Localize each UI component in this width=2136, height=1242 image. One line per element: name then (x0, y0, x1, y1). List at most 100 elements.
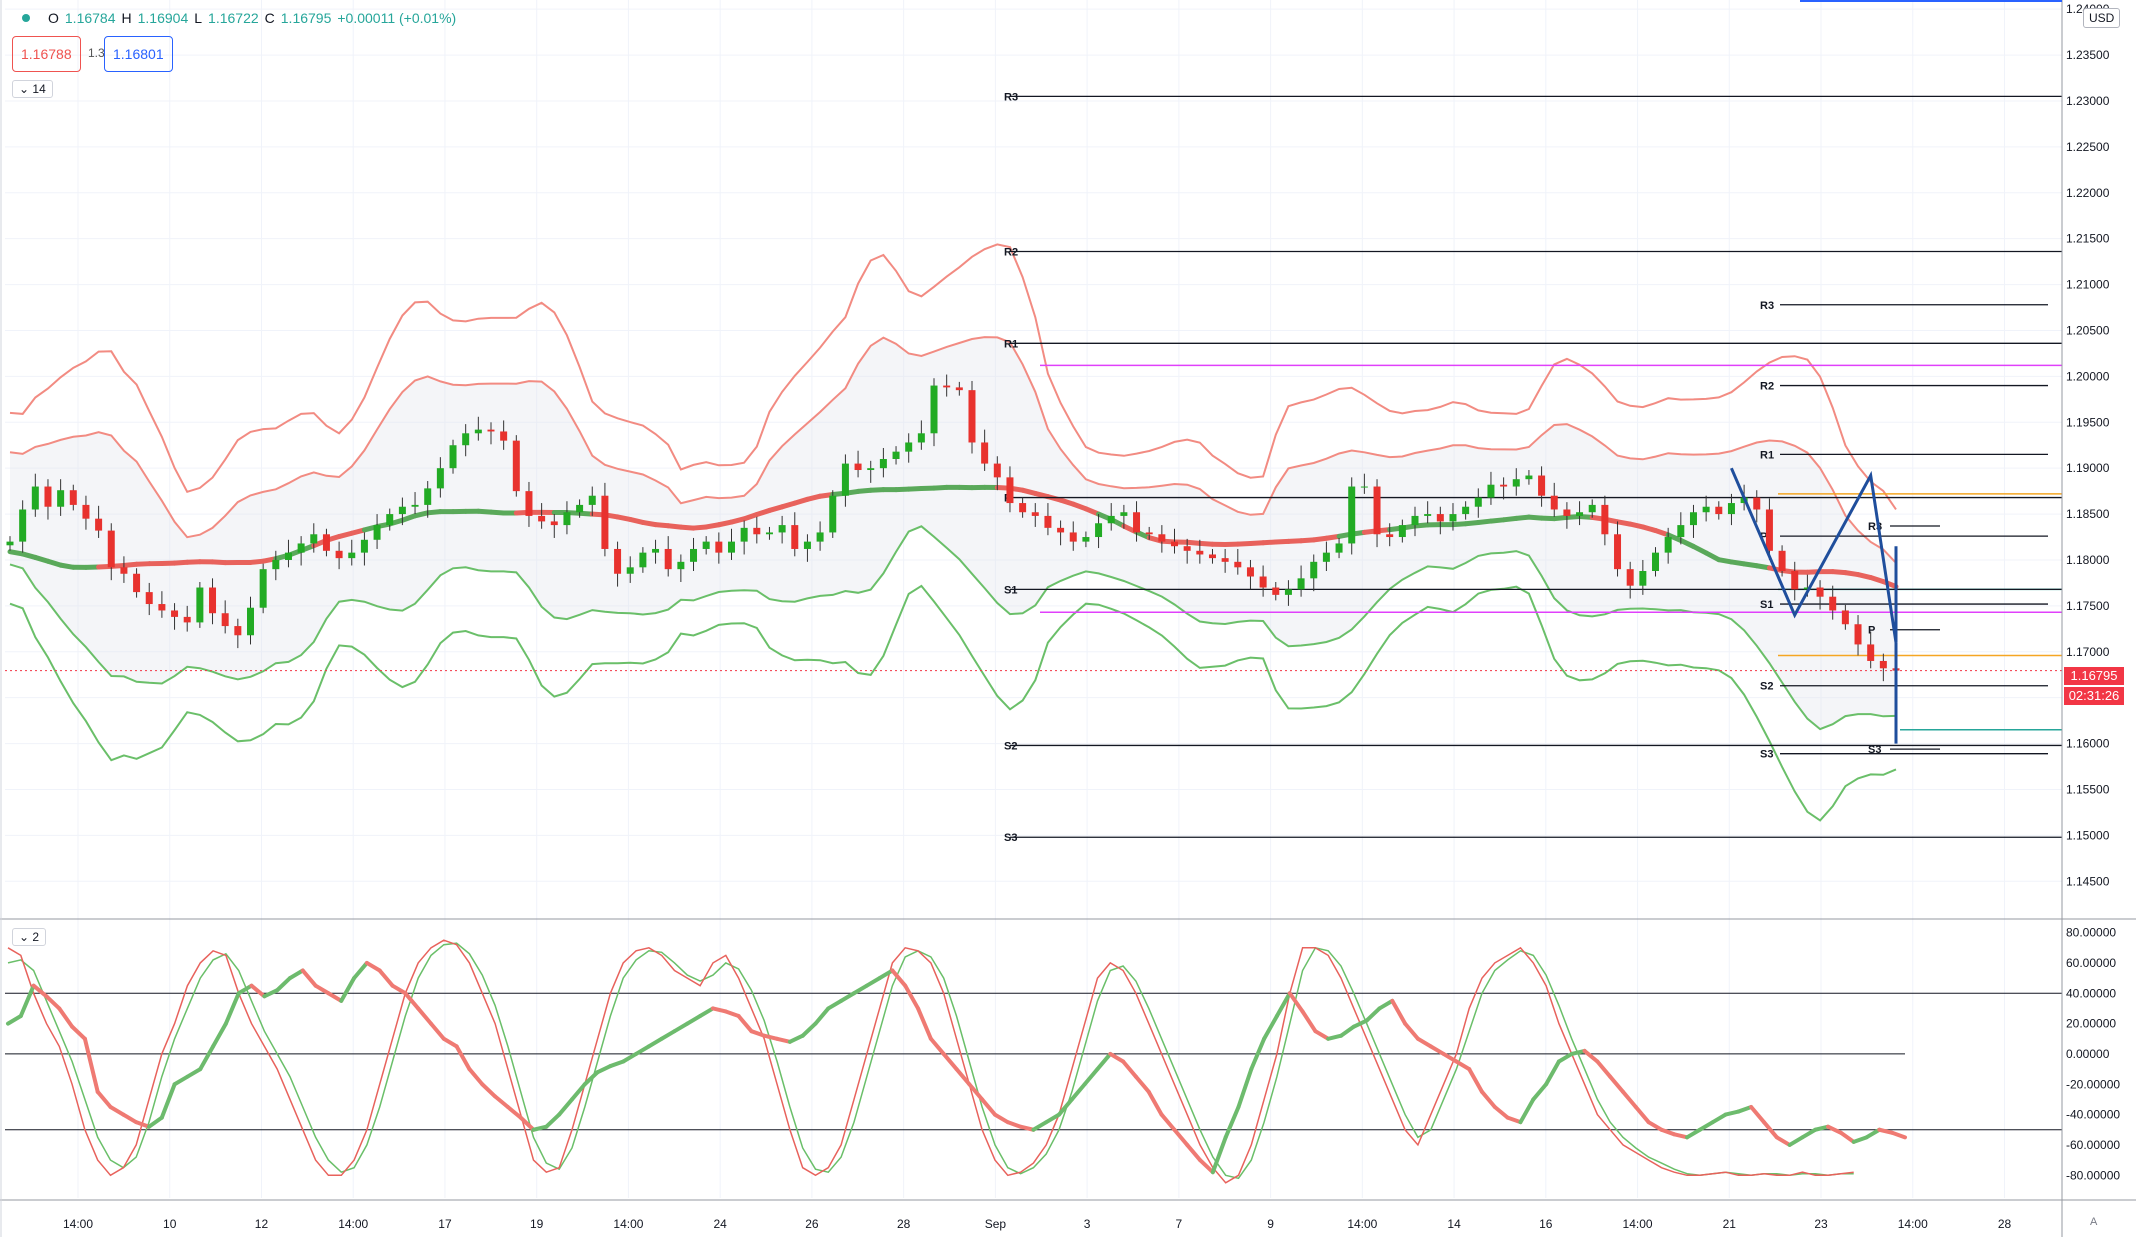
candle-body (1108, 516, 1115, 523)
pivot-label: R2 (1760, 381, 1774, 393)
candle-body (1209, 554, 1216, 558)
candle-body (209, 588, 216, 614)
price-tick-label: 1.16000 (2066, 737, 2110, 751)
auto-scale-button[interactable]: A (2090, 1216, 2097, 1228)
currency-button[interactable]: USD (2083, 8, 2120, 28)
time-tick-label: 23 (1814, 1217, 1828, 1231)
candle-body (19, 509, 26, 541)
candle-body (1601, 505, 1608, 534)
candle-body (1019, 503, 1026, 512)
price-tick-label: 1.19000 (2066, 461, 2110, 475)
price-tick-label: 1.20000 (2066, 369, 2110, 383)
time-tick-label: 28 (897, 1217, 911, 1231)
time-tick-label: 10 (163, 1217, 177, 1231)
candle-body (1361, 487, 1368, 488)
high-value: 1.16904 (138, 10, 189, 26)
candle-body (1285, 589, 1292, 595)
price-tick-label: 1.21500 (2066, 232, 2110, 246)
candle-body (1032, 512, 1039, 516)
pivot-label: S3 (1760, 749, 1773, 761)
candle-body (715, 542, 722, 553)
candle-body (487, 430, 494, 432)
candle-body (741, 528, 748, 542)
pivot-label: S3 (1868, 744, 1881, 756)
osc-tick-label: -60.00000 (2066, 1138, 2120, 1152)
chevron-down-icon: ⌄ (19, 82, 29, 96)
candle-body (1817, 588, 1824, 597)
candle-body (1412, 516, 1419, 525)
candle-body (525, 491, 532, 516)
candle-body (298, 543, 305, 552)
candle-body (905, 442, 912, 451)
candle-body (551, 521, 558, 525)
candle-body (804, 542, 811, 549)
candle-body (82, 505, 89, 519)
candle-body (880, 459, 887, 468)
close-label: C (265, 10, 275, 26)
candle-body (1513, 479, 1520, 486)
candle-body (639, 553, 646, 568)
candle-body (1753, 498, 1760, 510)
osc-tick-label: 40.00000 (2066, 986, 2116, 1000)
pivot-label: S1 (1004, 584, 1017, 596)
time-tick-label: Sep (985, 1217, 1007, 1231)
time-tick-label: 14:00 (63, 1217, 93, 1231)
candle-body (956, 387, 963, 390)
candle-body (1829, 597, 1836, 611)
candle-body (665, 549, 672, 569)
time-tick-label: 28 (1998, 1217, 2012, 1231)
candle-body (1348, 487, 1355, 544)
oscillator-toggle-button[interactable]: ⌄ 2 (12, 928, 46, 946)
candle-body (1842, 610, 1849, 624)
candle-body (120, 567, 127, 573)
price-tick-label: 1.21000 (2066, 278, 2110, 292)
candle-body (1652, 553, 1659, 571)
candle-body (70, 490, 77, 505)
candle-body (1057, 528, 1064, 533)
candle-body (1614, 534, 1621, 569)
candle-body (855, 464, 862, 470)
candle-body (1006, 477, 1013, 503)
price-tick-label: 1.19500 (2066, 415, 2110, 429)
price-tick-label: 1.17500 (2066, 599, 2110, 613)
indicator-count: 14 (32, 82, 45, 96)
pivot-label: R1 (1760, 449, 1774, 461)
time-tick-label: 12 (255, 1217, 269, 1231)
candle-body (234, 626, 241, 635)
price-tick-label: 1.22500 (2066, 140, 2110, 154)
chart-area[interactable]: R3R2R1PS1S2S3R3R2R1PS1S2S3R3PS3 1.240001… (0, 0, 2136, 1237)
candle-body (184, 617, 191, 623)
time-tick-label: 3 (1084, 1217, 1091, 1231)
candle-body (1133, 512, 1140, 532)
time-tick-label: 14 (1447, 1217, 1461, 1231)
candle-body (994, 464, 1001, 478)
time-tick-label: 14:00 (338, 1217, 368, 1231)
candle-body (1184, 546, 1191, 551)
sell-button[interactable]: 1.16788 (12, 36, 81, 72)
candle-body (1424, 514, 1431, 516)
price-tick-label: 1.17000 (2066, 645, 2110, 659)
candle-body (1665, 537, 1672, 553)
indicators-toggle-button[interactable]: ⌄ 14 (12, 80, 53, 98)
price-tick-label: 1.23000 (2066, 94, 2110, 108)
candle-body (1374, 487, 1381, 535)
candle-body (399, 507, 406, 514)
pivot-label: R2 (1004, 247, 1018, 259)
open-value: 1.16784 (65, 10, 116, 26)
candle-body (95, 519, 102, 531)
candle-body (475, 430, 482, 434)
candle-body (1779, 551, 1786, 571)
candle-body (222, 613, 229, 626)
candle-body (703, 542, 710, 549)
candle-body (1386, 534, 1393, 537)
candle-body (32, 487, 39, 510)
buy-button[interactable]: 1.16801 (104, 36, 173, 72)
chevron-down-icon: ⌄ (19, 930, 29, 944)
candle-body (677, 562, 684, 569)
time-tick-label: 19 (530, 1217, 544, 1231)
osc-tick-label: -20.00000 (2066, 1077, 2120, 1091)
candle-body (133, 574, 140, 592)
high-label: H (122, 10, 132, 26)
pivot-label: S1 (1760, 599, 1773, 611)
price-tick-label: 1.15500 (2066, 782, 2110, 796)
